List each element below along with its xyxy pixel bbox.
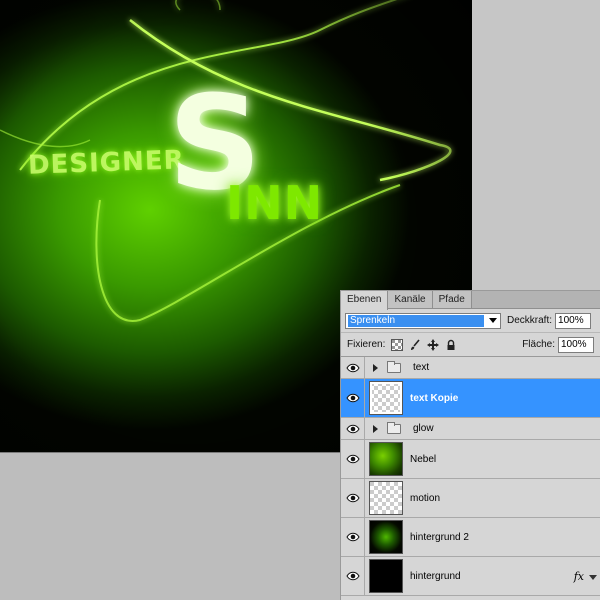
layer-hintergrund-2[interactable]: hintergrund 2 [341, 518, 600, 557]
layer-effects-fx-icon[interactable]: fx [574, 570, 584, 583]
expand-triangle-icon[interactable] [373, 363, 378, 372]
layer-group-text[interactable]: text [341, 357, 600, 379]
visibility-eye-icon[interactable] [341, 357, 365, 378]
layer-name: motion [410, 492, 441, 504]
folder-icon [387, 360, 401, 373]
chevron-down-icon [489, 317, 497, 323]
pasteboard [472, 0, 600, 290]
blend-mode-value: Sprenkeln [348, 314, 484, 327]
opacity-label: Deckkraft: [507, 315, 553, 326]
lock-paint-brush-icon[interactable] [409, 338, 421, 351]
layer-thumbnail [369, 559, 403, 593]
layer-motion[interactable]: motion [341, 479, 600, 518]
layer-thumbnail [369, 442, 403, 476]
fill-input[interactable]: 100% [558, 336, 594, 353]
panel-tabs: Ebenen Kanäle Pfade [341, 291, 600, 310]
art-text-inn: INN [226, 176, 324, 230]
lock-options-row: Fixieren: Fläche: 100% [341, 333, 600, 357]
visibility-eye-icon[interactable] [341, 440, 365, 478]
opacity-input[interactable]: 100% [555, 312, 592, 329]
layer-thumbnail [369, 381, 403, 415]
lock-move-icon[interactable] [427, 338, 440, 351]
layer-nebel[interactable]: Nebel [341, 440, 600, 479]
folder-icon [387, 421, 401, 434]
visibility-eye-icon[interactable] [341, 518, 365, 556]
art-text-designer: DESIGNER [27, 145, 186, 181]
layers-panel: Ebenen Kanäle Pfade Sprenkeln Deckkraft:… [340, 290, 600, 600]
layer-name: text Kopie [410, 392, 459, 404]
visibility-eye-icon[interactable] [341, 379, 365, 417]
layer-hintergrund[interactable]: hintergrund fx [341, 557, 600, 596]
layer-name: Nebel [410, 453, 437, 465]
visibility-eye-icon[interactable] [341, 479, 365, 517]
tab-pfade[interactable]: Pfade [432, 291, 472, 308]
layer-thumbnail [369, 481, 403, 515]
layer-name: hintergrund 2 [410, 531, 469, 543]
fill-label: Fläche: [522, 339, 555, 350]
visibility-eye-icon[interactable] [341, 557, 365, 595]
expand-triangle-icon[interactable] [373, 424, 378, 433]
layer-name: glow [413, 423, 434, 434]
lock-transparency-icon[interactable] [391, 338, 404, 351]
lock-all-icon[interactable] [445, 339, 457, 351]
lock-label: Fixieren: [347, 339, 386, 350]
visibility-eye-icon[interactable] [341, 418, 365, 439]
tab-ebenen[interactable]: Ebenen [341, 291, 389, 310]
layer-group-glow[interactable]: glow [341, 418, 600, 440]
layer-name: hintergrund [410, 570, 461, 582]
layer-text-kopie[interactable]: text Kopie [341, 379, 600, 418]
effects-expand-arrow-icon[interactable] [589, 575, 597, 580]
blend-mode-select[interactable]: Sprenkeln [345, 312, 501, 329]
layer-thumbnail [369, 520, 403, 554]
blend-options-row: Sprenkeln Deckkraft: 100% [341, 309, 600, 333]
layer-name: text [413, 362, 430, 373]
layer-list: text text Kopie glow Nebel motion hinter… [341, 357, 600, 596]
tab-kanaele[interactable]: Kanäle [388, 291, 433, 308]
